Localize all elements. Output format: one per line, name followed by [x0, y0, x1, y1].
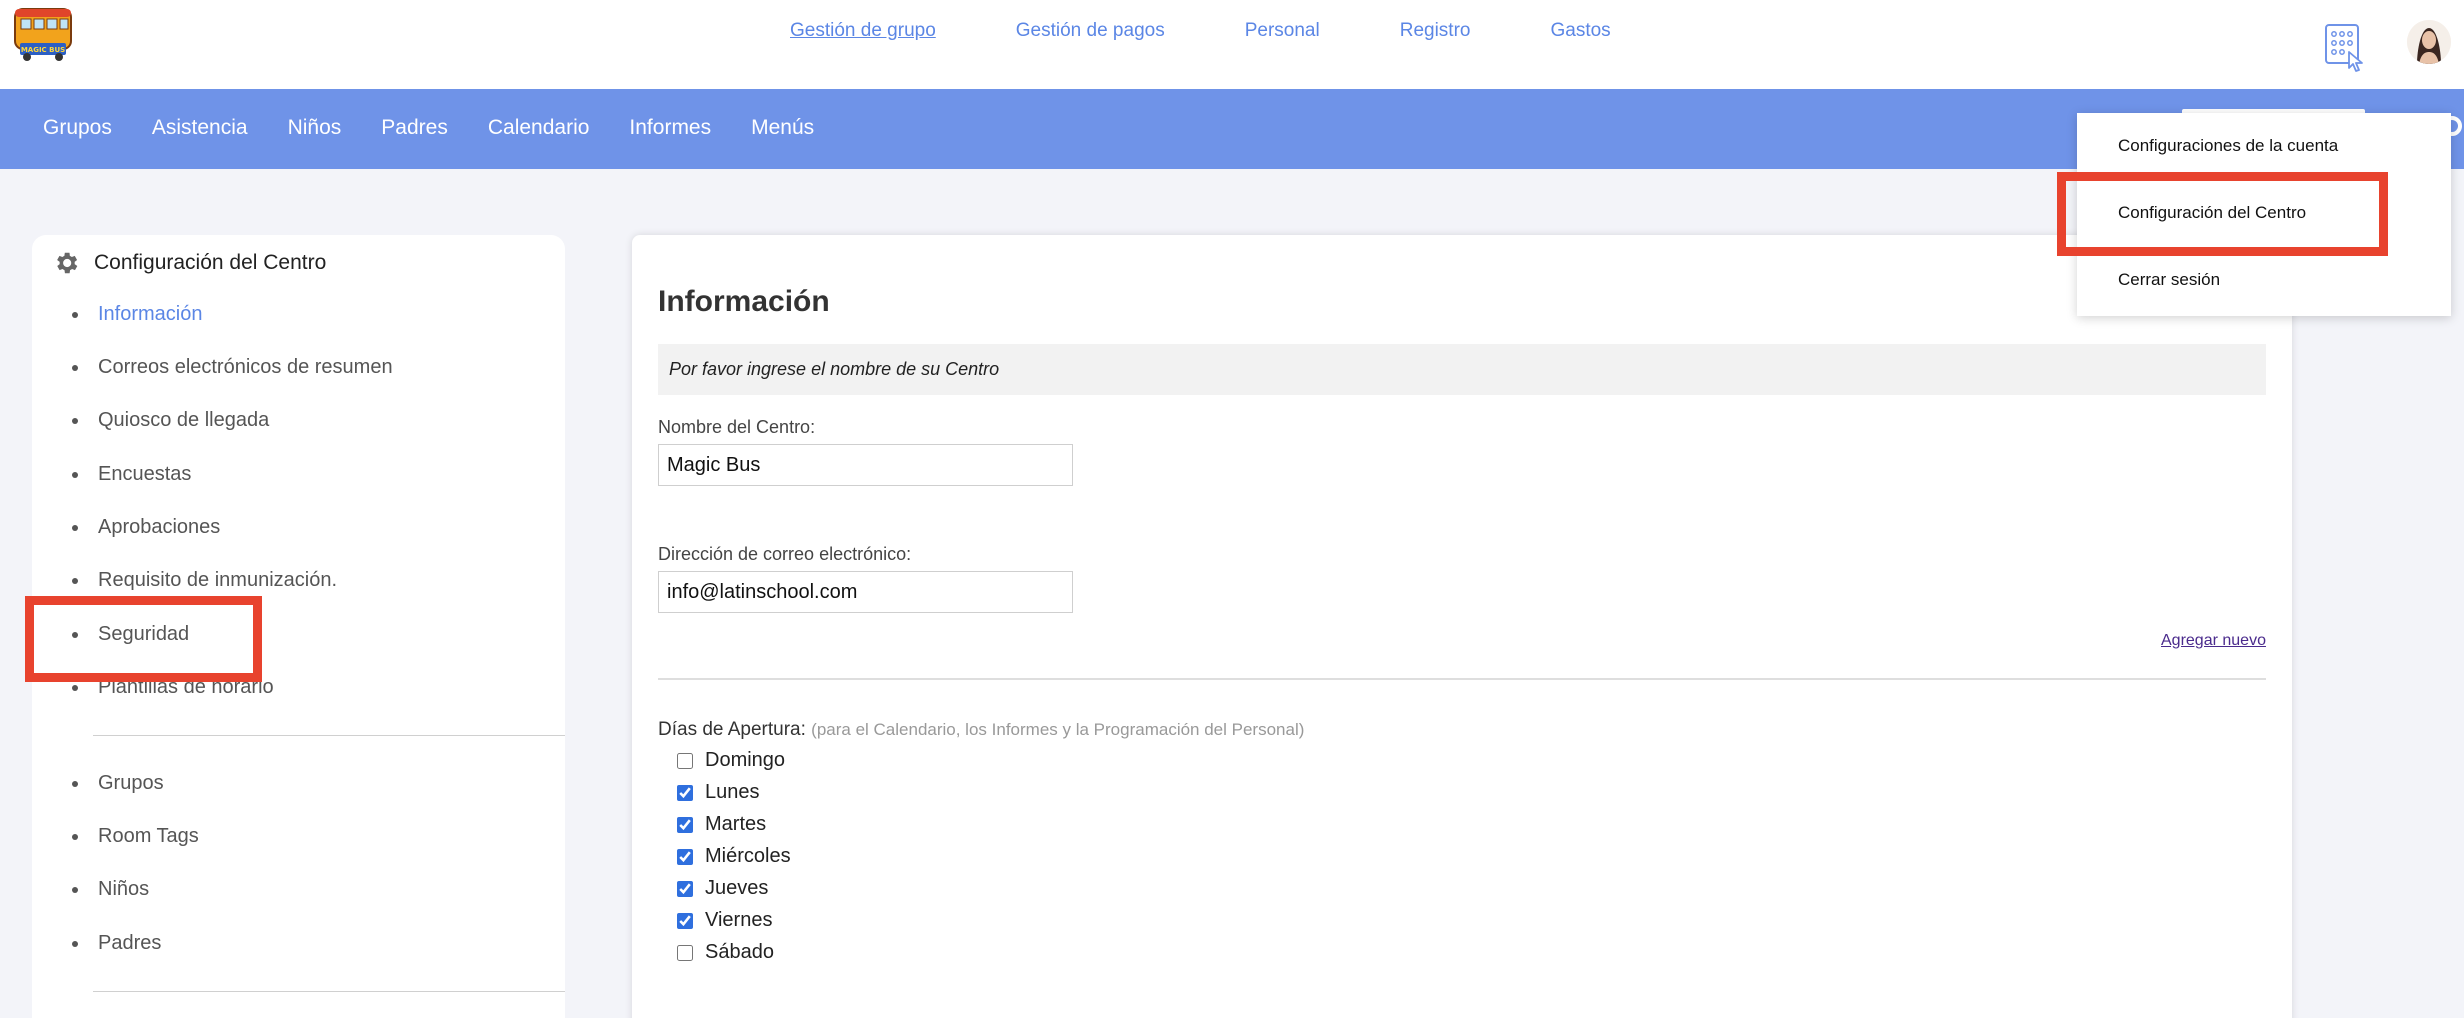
day-miercoles[interactable]: Miércoles	[677, 845, 791, 868]
day-checkbox[interactable]	[677, 912, 693, 929]
top-header: MAGIC BUS Gestión de grupo Gestión de pa…	[0, 0, 2464, 89]
info-panel: Información Por favor ingrese el nombre …	[632, 235, 2292, 1018]
day-label: Lunes	[705, 781, 760, 803]
highlight-seguridad	[25, 596, 262, 682]
add-new-link[interactable]: Agregar nuevo	[2161, 632, 2266, 650]
sidebar-item-correos[interactable]: Correos electrónicos de resumen	[72, 356, 393, 379]
sidebar-item-aprobaciones[interactable]: Aprobaciones	[72, 516, 220, 539]
page-title: Información	[658, 285, 830, 318]
center-name-label: Nombre del Centro:	[658, 417, 816, 437]
top-nav: Gestión de grupo Gestión de pagos Person…	[790, 20, 1691, 42]
sidebar-divider	[93, 991, 565, 992]
magic-bus-logo[interactable]: MAGIC BUS	[12, 3, 74, 61]
day-label: Sábado	[705, 941, 774, 963]
menu-item-logout[interactable]: Cerrar sesión	[2118, 270, 2220, 290]
nav-calendario[interactable]: Calendario	[488, 116, 590, 140]
nav-ninos[interactable]: Niños	[288, 116, 342, 140]
user-avatar[interactable]	[2407, 20, 2451, 64]
sidebar-item-room-tags[interactable]: Room Tags	[72, 825, 199, 848]
day-martes[interactable]: Martes	[677, 813, 766, 836]
day-domingo[interactable]: Domingo	[677, 749, 785, 772]
hint-text: Por favor ingrese el nombre de su Centro	[669, 359, 1000, 379]
nav-asistencia[interactable]: Asistencia	[152, 116, 248, 140]
day-label: Viernes	[705, 909, 773, 931]
nav-grupos[interactable]: Grupos	[43, 116, 112, 140]
opening-days-title: Días de Apertura:	[658, 719, 806, 740]
highlight-center-settings	[2057, 172, 2388, 256]
sidebar-divider	[93, 735, 565, 736]
opening-days-label: Días de Apertura: (para el Calendario, l…	[658, 719, 1304, 741]
day-lunes[interactable]: Lunes	[677, 781, 760, 804]
day-checkbox[interactable]	[677, 816, 693, 833]
nav-informes[interactable]: Informes	[629, 116, 711, 140]
nav-padres[interactable]: Padres	[381, 116, 448, 140]
top-nav-personal[interactable]: Personal	[1245, 20, 1320, 42]
section-divider	[658, 678, 2266, 680]
top-nav-registro[interactable]: Registro	[1400, 20, 1471, 42]
sidebar-header: Configuración del Centro	[52, 249, 326, 277]
day-checkbox[interactable]	[677, 848, 693, 865]
gear-icon	[57, 252, 78, 274]
sidebar-item-quiosco[interactable]: Quiosco de llegada	[72, 409, 269, 432]
center-name-input[interactable]	[658, 444, 1073, 486]
day-label: Martes	[705, 813, 767, 835]
hint-banner: Por favor ingrese el nombre de su Centro	[658, 344, 2266, 395]
sidebar-title: Configuración del Centro	[94, 251, 327, 274]
top-nav-gastos[interactable]: Gastos	[1550, 20, 1610, 42]
day-viernes[interactable]: Viernes	[677, 909, 772, 932]
keypad-icon[interactable]	[2325, 24, 2367, 72]
top-nav-gestion-grupo[interactable]: Gestión de grupo	[790, 20, 936, 42]
sidebar-item-padres[interactable]: Padres	[72, 932, 161, 955]
sidebar-item-encuestas[interactable]: Encuestas	[72, 463, 191, 486]
menu-item-account-settings[interactable]: Configuraciones de la cuenta	[2118, 136, 2338, 156]
day-label: Domingo	[705, 749, 786, 771]
day-checkbox[interactable]	[677, 880, 693, 897]
day-label: Jueves	[705, 877, 769, 899]
sidebar-item-ninos[interactable]: Niños	[72, 878, 149, 901]
day-sabado[interactable]: Sábado	[677, 941, 774, 964]
sidebar-item-inmunizacion[interactable]: Requisito de inmunización.	[72, 569, 337, 592]
opening-days-subtitle: (para el Calendario, los Informes y la P…	[811, 720, 1305, 739]
day-checkbox[interactable]	[677, 752, 693, 769]
day-checkbox[interactable]	[677, 784, 693, 801]
nav-menus[interactable]: Menús	[751, 116, 814, 140]
sidebar-item-grupos[interactable]: Grupos	[72, 772, 164, 795]
email-input[interactable]	[658, 571, 1073, 613]
logo-text: MAGIC BUS	[21, 46, 65, 54]
day-checkbox[interactable]	[677, 944, 693, 961]
sidebar-item-informacion[interactable]: Información	[72, 303, 203, 326]
day-label: Miércoles	[705, 845, 791, 867]
email-label: Dirección de correo electrónico:	[658, 544, 912, 564]
top-nav-gestion-pagos[interactable]: Gestión de pagos	[1016, 20, 1165, 42]
day-jueves[interactable]: Jueves	[677, 877, 768, 900]
